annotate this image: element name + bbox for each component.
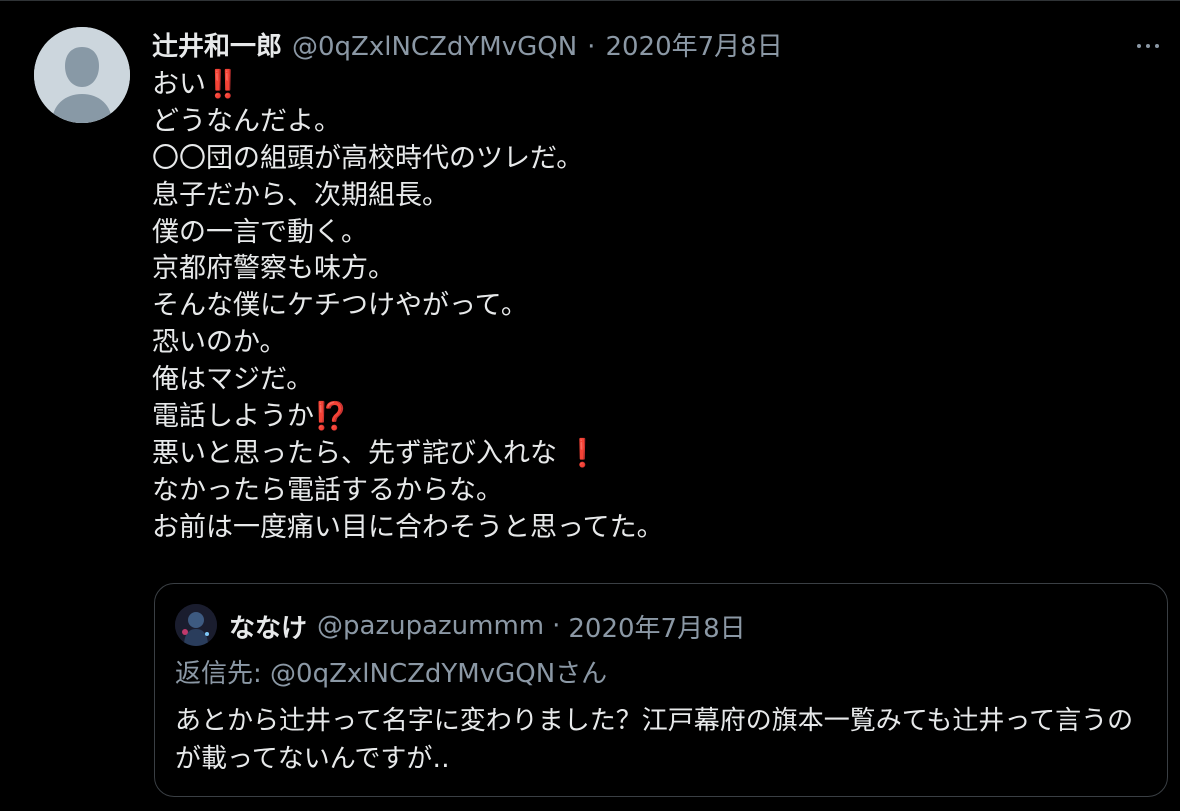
tweet-header: 辻井和一郎 @0qZxlNCZdYMvGQN · 2020年7月8日: [152, 27, 783, 67]
tweet-date[interactable]: 2020年7月8日: [605, 27, 782, 67]
tweet-line: 電話しようか⁉️: [152, 401, 348, 433]
more-horizontal-icon: [1137, 44, 1141, 48]
tweet-line: なかったら電話するからな。: [152, 474, 503, 506]
double-exclamation-icon: ‼️: [206, 69, 240, 100]
quoted-handle[interactable]: @pazupazummm: [317, 611, 544, 641]
tweet-line: どうなんだよ。: [152, 105, 341, 137]
tweet-line: 悪いと思ったら、先ず詫び入れな ❗: [152, 437, 600, 469]
exclamation-icon: ❗: [565, 437, 600, 469]
tweet-line: 〇〇団の組頭が高校時代のツレだ。: [152, 142, 584, 174]
tweet-line: 恐いのか。: [152, 327, 287, 359]
exclamation-question-icon: ⁉️: [314, 401, 348, 433]
quoted-text: あとから辻井って名字に変わりました？江戸幕府の旗本一覧みても辻井って言うのが載っ…: [175, 706, 1134, 774]
tweet-line: 息子だから、次期組長。: [152, 179, 449, 211]
quoted-avatar-icon: [175, 604, 217, 646]
tweet-line: そんな僕にケチつけやがって。: [152, 290, 528, 322]
separator-dot: ·: [587, 32, 596, 62]
tweet-text: おい‼️ どうなんだよ。 〇〇団の組頭が高校時代のツレだ。 息子だから、次期組長…: [152, 67, 1152, 547]
quoted-avatar[interactable]: [175, 604, 217, 646]
tweet-line: 俺はマジだ。: [152, 364, 314, 396]
tweet-line: おい‼️: [152, 69, 240, 100]
author-display-name[interactable]: 辻井和一郎: [152, 27, 282, 67]
author-handle[interactable]: @0qZxlNCZdYMvGQN: [292, 27, 577, 67]
tweet-line: 僕の一言で動く。: [152, 216, 368, 248]
quoted-header: ななけ @pazupazummm · 2020年7月8日: [229, 606, 746, 646]
tweet-line: お前は一度痛い目に合わそうと思ってた。: [152, 511, 664, 543]
quoted-tweet[interactable]: ななけ @pazupazummm · 2020年7月8日 返信先: @0qZxl…: [154, 583, 1168, 797]
separator-dot: ·: [552, 611, 561, 641]
reply-to-label[interactable]: 返信先: @0qZxlNCZdYMvGQNさん: [175, 654, 607, 694]
quoted-date[interactable]: 2020年7月8日: [568, 608, 745, 645]
default-avatar-icon: [34, 27, 130, 123]
avatar[interactable]: [34, 27, 130, 123]
quoted-display-name[interactable]: ななけ: [229, 608, 307, 645]
tweet-line: 京都府警察も味方。: [152, 253, 395, 285]
tweet[interactable]: 辻井和一郎 @0qZxlNCZdYMvGQN · 2020年7月8日 おい‼️ …: [0, 0, 1180, 811]
more-options-button[interactable]: [1130, 31, 1166, 61]
